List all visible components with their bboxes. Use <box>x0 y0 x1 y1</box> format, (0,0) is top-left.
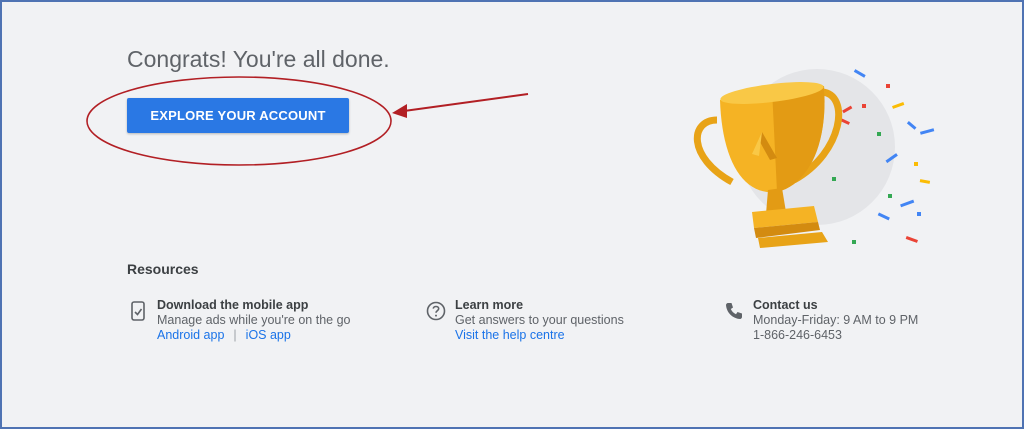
phone-checklist-icon <box>131 301 145 321</box>
android-app-link[interactable]: Android app <box>157 328 224 342</box>
trophy-icon <box>693 69 935 248</box>
resource-description: Manage ads while you're on the go <box>157 313 351 327</box>
annotation-arrow-head <box>392 104 407 118</box>
explore-account-button[interactable]: EXPLORE YOUR ACCOUNT <box>127 98 349 133</box>
resource-title: Contact us <box>753 298 818 312</box>
resource-description: Monday-Friday: 9 AM to 9 PM <box>753 313 919 327</box>
phone-icon <box>726 303 742 319</box>
help-centre-link[interactable]: Visit the help centre <box>455 328 565 342</box>
annotation-arrow-line <box>403 93 529 112</box>
help-circle-icon <box>426 301 446 321</box>
page-frame: Congrats! You're all done. EXPLORE YOUR … <box>0 0 1024 429</box>
resource-title: Learn more <box>455 298 524 312</box>
resource-title: Download the mobile app <box>157 298 309 312</box>
resources-heading: Resources <box>127 261 199 277</box>
contact-phone-number: 1-866-246-6453 <box>753 328 842 342</box>
resource-description: Get answers to your questions <box>455 313 624 327</box>
ios-app-link[interactable]: iOS app <box>246 328 291 342</box>
page-title: Congrats! You're all done. <box>127 46 390 72</box>
link-separator: | <box>233 328 237 342</box>
